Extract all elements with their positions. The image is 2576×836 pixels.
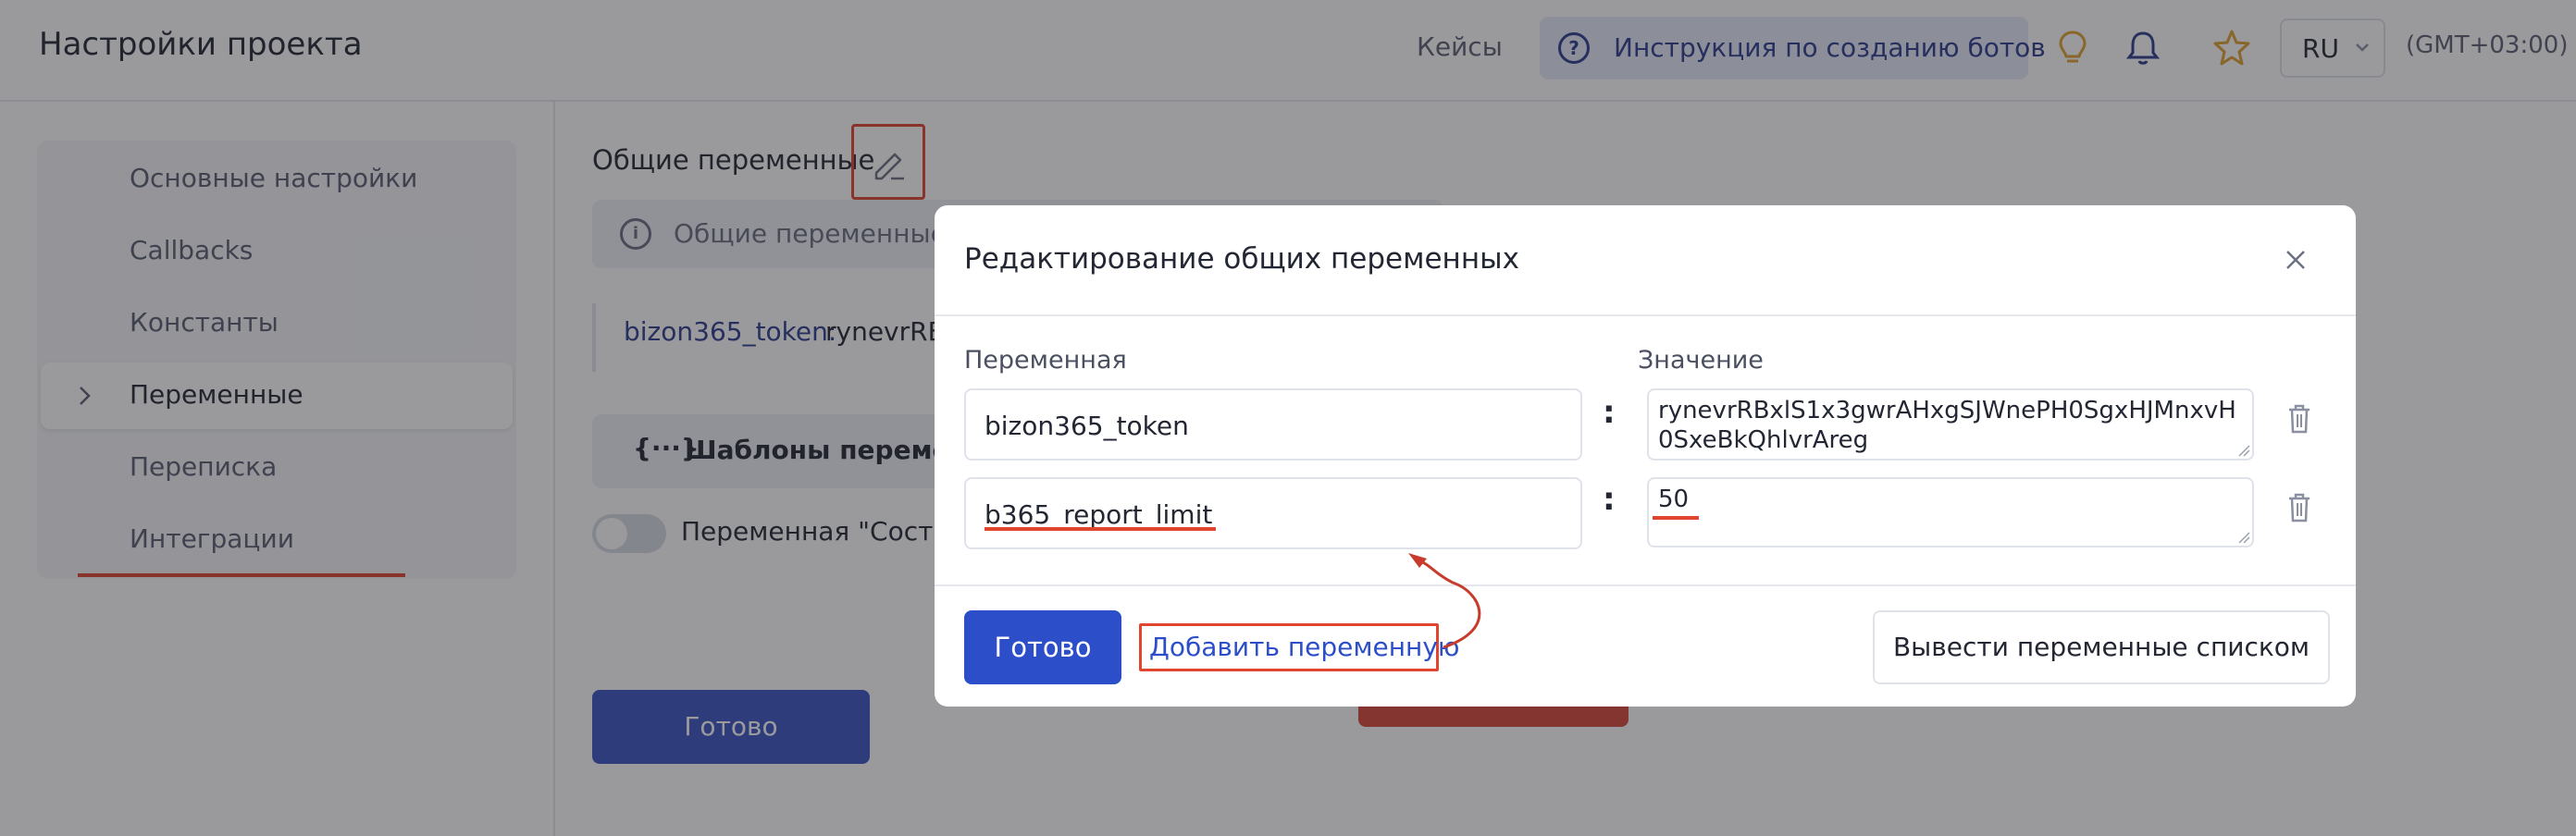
modal-done-button[interactable]: Готово <box>964 610 1121 684</box>
value-column-label: Значение <box>1638 346 1764 375</box>
resize-grip-icon[interactable] <box>2237 444 2250 457</box>
variable-value-textarea[interactable]: rynevrRBxlS1x3gwrAHxgSJWnePH0SgxHJMnxvH0… <box>1647 388 2254 461</box>
variable-value-text: rynevrRBxlS1x3gwrAHxgSJWnePH0SgxHJMnxvH0… <box>1658 397 2236 454</box>
annotation-underline <box>1653 516 1699 520</box>
variable-value-text: 50 <box>1658 486 1690 513</box>
resize-grip-icon[interactable] <box>2237 531 2250 544</box>
variable-name-value: bizon365_token <box>985 411 1189 441</box>
row-separator: : <box>1603 481 1616 518</box>
variable-name-input[interactable]: b365_report_limit <box>964 477 1582 549</box>
annotation-underline <box>985 527 1216 531</box>
modal-header: Редактирование общих переменных <box>935 205 2356 316</box>
add-variable-label: Добавить переменную <box>1149 632 1460 662</box>
modal-title: Редактирование общих переменных <box>964 242 1519 276</box>
add-variable-link[interactable]: Добавить переменную <box>1139 623 1459 671</box>
trash-icon[interactable] <box>2285 403 2313 435</box>
variable-column-label: Переменная <box>964 346 1127 375</box>
variable-name-value: b365_report_limit <box>985 499 1213 530</box>
row-separator: : <box>1603 394 1616 431</box>
close-icon[interactable] <box>2282 246 2310 274</box>
modal-footer-divider <box>935 584 2356 586</box>
trash-icon[interactable] <box>2285 492 2313 523</box>
list-variables-button[interactable]: Вывести переменные списком <box>1873 610 2330 684</box>
variable-value-textarea[interactable]: 50 <box>1647 477 2254 547</box>
variable-name-input[interactable]: bizon365_token <box>964 388 1582 461</box>
